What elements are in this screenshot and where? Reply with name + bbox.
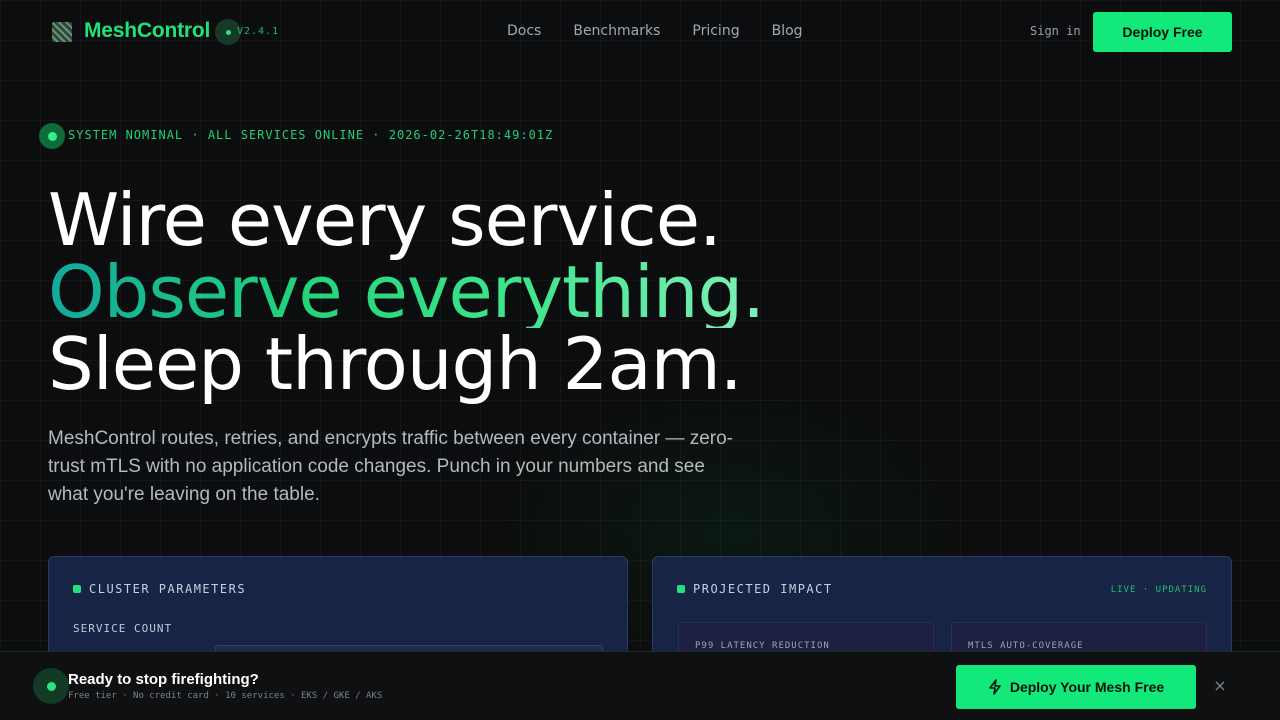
hero-line-2: Observe everything. [48, 250, 765, 334]
nav-link-docs[interactable]: Docs [507, 23, 541, 39]
cluster-panel-header: CLUSTER PARAMETERS [73, 582, 246, 596]
lightning-icon [989, 679, 1001, 695]
status-indicator-icon [39, 123, 65, 149]
system-status: SYSTEM NOMINAL · ALL SERVICES ONLINE · 2… [68, 128, 554, 142]
sticky-cta-bar: Ready to stop firefighting? Free tier · … [0, 651, 1280, 720]
live-updating-badge: LIVE · UPDATING [1110, 585, 1207, 595]
nav-link-pricing[interactable]: Pricing [692, 23, 739, 39]
version-label: V2.4.1 [237, 26, 280, 37]
hero-heading: Wire every service. Observe everything. … [48, 178, 765, 406]
hero-line-3: Sleep through 2am. [48, 322, 743, 406]
brand-name[interactable]: MeshControl [84, 19, 210, 43]
metric-label-mtls: MTLS AUTO-COVERAGE [968, 641, 1084, 651]
deploy-free-button[interactable]: Deploy Free [1093, 12, 1232, 52]
nav-links: Docs Benchmarks Pricing Blog [507, 23, 835, 39]
metric-label-latency: P99 LATENCY REDUCTION [695, 641, 830, 651]
hero-line-1: Wire every service. [48, 178, 722, 262]
square-bullet-icon [677, 585, 685, 593]
close-icon[interactable]: × [1212, 678, 1228, 694]
sign-in-link[interactable]: Sign in [1030, 24, 1081, 38]
deploy-mesh-button-label: Deploy Your Mesh Free [1009, 679, 1165, 695]
cta-subtitle: Free tier · No credit card · 10 services… [68, 691, 383, 701]
cluster-panel-title: CLUSTER PARAMETERS [89, 582, 247, 596]
service-count-label: SERVICE COUNT [73, 622, 173, 635]
impact-panel-title: PROJECTED IMPACT [693, 582, 833, 596]
nav-link-benchmarks[interactable]: Benchmarks [573, 23, 660, 39]
logo-icon [52, 22, 72, 42]
square-bullet-icon [73, 585, 81, 593]
nav-link-blog[interactable]: Blog [772, 23, 803, 39]
impact-panel-header: PROJECTED IMPACT [677, 582, 833, 596]
deploy-mesh-button[interactable]: Deploy Your Mesh Free [956, 665, 1196, 709]
top-nav: MeshControl V2.4.1 Docs Benchmarks Prici… [0, 0, 1280, 64]
cta-status-icon [33, 668, 69, 704]
hero-subtitle: MeshControl routes, retries, and encrypt… [48, 428, 734, 505]
cta-title: Ready to stop firefighting? [68, 671, 259, 688]
